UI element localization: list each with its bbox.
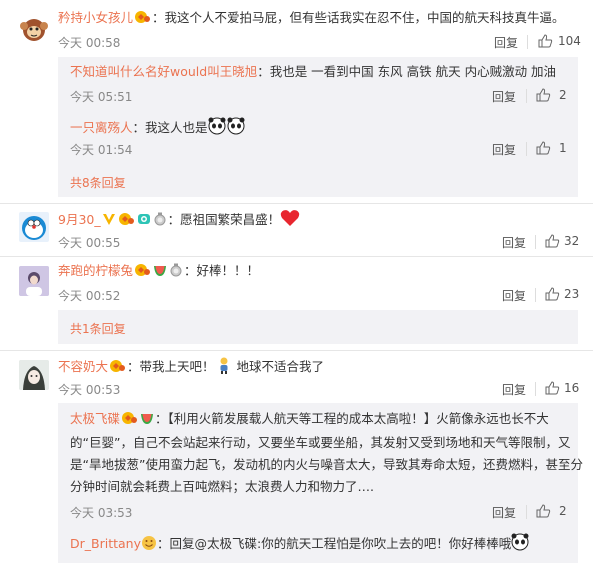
reply-line: 不知道叫什么名好would叫王晓旭：我也是 一看到中国 东风 高铁 航天 内心贼… <box>70 63 556 81</box>
divider <box>0 203 593 204</box>
comment-time: 今天 00:52 <box>58 289 121 303</box>
like-icon[interactable] <box>545 287 560 301</box>
watermelon-badge-icon <box>140 410 154 432</box>
camera-badge-icon <box>137 212 151 231</box>
avatar[interactable] <box>19 212 49 242</box>
comment-text: ：我这个人不爱拍马屁，但有些话我实在忍不住，中国的航天科技真牛逼。 <box>152 10 565 25</box>
reply-button[interactable]: 回复 <box>502 381 526 398</box>
panda-emoji-icon <box>208 117 246 140</box>
like-icon[interactable] <box>538 34 553 48</box>
like-count: 32 <box>564 234 580 248</box>
reply-button[interactable]: 回复 <box>492 88 516 105</box>
reply-time: 今天 03:53 <box>70 506 133 520</box>
reply-button[interactable]: 回复 <box>492 141 516 158</box>
like-icon[interactable] <box>536 88 551 102</box>
reply-paragraph: 太极飞碟 ：【利用火箭发展载人航天等工程的成本太高啦！】火箭像永远也长不大 的“巨… <box>70 408 583 498</box>
medal-badge-icon <box>153 212 167 231</box>
comment-time: 今天 00:53 <box>58 383 121 397</box>
vip-badge-icon <box>134 10 151 29</box>
avatar[interactable] <box>19 360 49 390</box>
reply-time: 今天 01:54 <box>70 143 133 157</box>
reply-text: ：【利用火箭发展载人航天等工程的成本太高啦！】火箭像永远也长不大 <box>155 411 549 426</box>
separator <box>526 142 527 156</box>
verified-v-icon <box>102 212 116 231</box>
comment-time: 今天 00:58 <box>58 36 121 50</box>
comment-line: 奔跑的柠檬兔 ：好棒！！！ <box>58 262 259 282</box>
reply-text: 分钟时间就会耗费上百吨燃料；太浪费人力和物力了…. <box>70 479 374 494</box>
reply-line: Dr_Brittany ：回复@太极飞碟:你的航天工程怕是你吹上去的吧！你好棒棒哦 <box>70 533 529 556</box>
separator <box>527 35 528 49</box>
reply-text: ：回复@太极飞碟:你的航天工程怕是你吹上去的吧！你好棒棒哦 <box>156 536 512 551</box>
separator <box>535 382 536 396</box>
like-count: 1 <box>559 141 567 155</box>
like-count: 23 <box>564 287 580 301</box>
reply-text: ：我也是 一看到中国 东风 高铁 航天 内心贼激动 加油 <box>257 64 557 79</box>
panda-emoji-icon <box>511 533 529 556</box>
smile-emoji-icon <box>141 535 157 556</box>
like-count: 2 <box>559 504 567 518</box>
username[interactable]: 一只离殇人 <box>70 120 133 135</box>
avatar[interactable] <box>19 14 49 44</box>
like-icon[interactable] <box>545 381 560 395</box>
comment-text: ：好棒！！！ <box>184 263 260 278</box>
reply-text: 的“巨婴”，自己不会站起来行动，又要坐车或要坐船，其发射又受到场地和天气等限制，… <box>70 435 571 450</box>
username[interactable]: Dr_Brittany <box>70 536 141 551</box>
separator <box>526 505 527 519</box>
like-count: 16 <box>564 381 580 395</box>
comment-text: ：愿祖国繁荣昌盛！ <box>167 212 281 227</box>
comment-time: 今天 00:55 <box>58 236 121 250</box>
vip-badge-icon <box>118 212 135 231</box>
vip-badge-icon <box>121 410 138 432</box>
user-photo-avatar-icon <box>19 266 49 296</box>
separator <box>535 235 536 249</box>
divider <box>0 350 593 351</box>
comment-line: 9月30_ ：愿祖国繁荣昌盛！ <box>58 209 300 232</box>
separator <box>535 288 536 302</box>
reply-button[interactable]: 回复 <box>494 34 518 51</box>
reply-text: 是“旱地拔葱”使用蛮力起飞，发动机的内火与噪音太大，导致其寿命太短，还费燃料，甚… <box>70 457 583 472</box>
reply-time: 今天 05:51 <box>70 90 133 104</box>
username[interactable]: 奔跑的柠檬兔 <box>58 263 133 278</box>
figure-emoji-icon <box>215 356 233 379</box>
reply-text: ：我这人也是 <box>132 120 208 135</box>
comment-text: 地球不适合我了 <box>236 359 325 374</box>
separator <box>526 89 527 103</box>
reply-button[interactable]: 回复 <box>502 287 526 304</box>
heart-emoji-icon <box>280 209 300 232</box>
reply-list <box>58 310 578 344</box>
comment-text: ：带我上天吧！ <box>127 359 215 374</box>
reply-button[interactable]: 回复 <box>492 504 516 521</box>
username[interactable]: 太极飞碟 <box>70 411 120 426</box>
like-icon[interactable] <box>536 504 551 518</box>
like-count: 104 <box>558 34 581 48</box>
vip-badge-icon <box>134 263 151 282</box>
anime-avatar-icon <box>19 360 49 390</box>
like-icon[interactable] <box>545 234 560 248</box>
more-replies-link[interactable]: 共1条回复 <box>70 320 126 337</box>
divider <box>0 256 593 257</box>
like-count: 2 <box>559 88 567 102</box>
username[interactable]: 9月30_ <box>58 212 101 227</box>
username[interactable]: 不知道叫什么名好would叫王晓旭 <box>70 64 257 79</box>
watermelon-badge-icon <box>153 263 167 282</box>
medal-badge-icon <box>169 263 183 282</box>
monkey-avatar-icon <box>20 19 48 41</box>
vip-badge-icon <box>109 359 126 378</box>
comment-line: 矜持小女孩儿 ：我这个人不爱拍马屁，但有些话我实在忍不住，中国的航天科技真牛逼。 <box>58 9 565 29</box>
comment-line: 不容奶大 ：带我上天吧！ 地球不适合我了 <box>58 356 324 379</box>
username[interactable]: 矜持小女孩儿 <box>58 10 133 25</box>
reply-line: 一只离殇人：我这人也是 <box>70 117 246 140</box>
reply-button[interactable]: 回复 <box>502 234 526 251</box>
like-icon[interactable] <box>536 141 551 155</box>
more-replies-link[interactable]: 共8条回复 <box>70 174 126 191</box>
username[interactable]: 不容奶大 <box>58 359 108 374</box>
avatar[interactable] <box>19 266 49 296</box>
doraemon-avatar-icon <box>22 216 46 240</box>
